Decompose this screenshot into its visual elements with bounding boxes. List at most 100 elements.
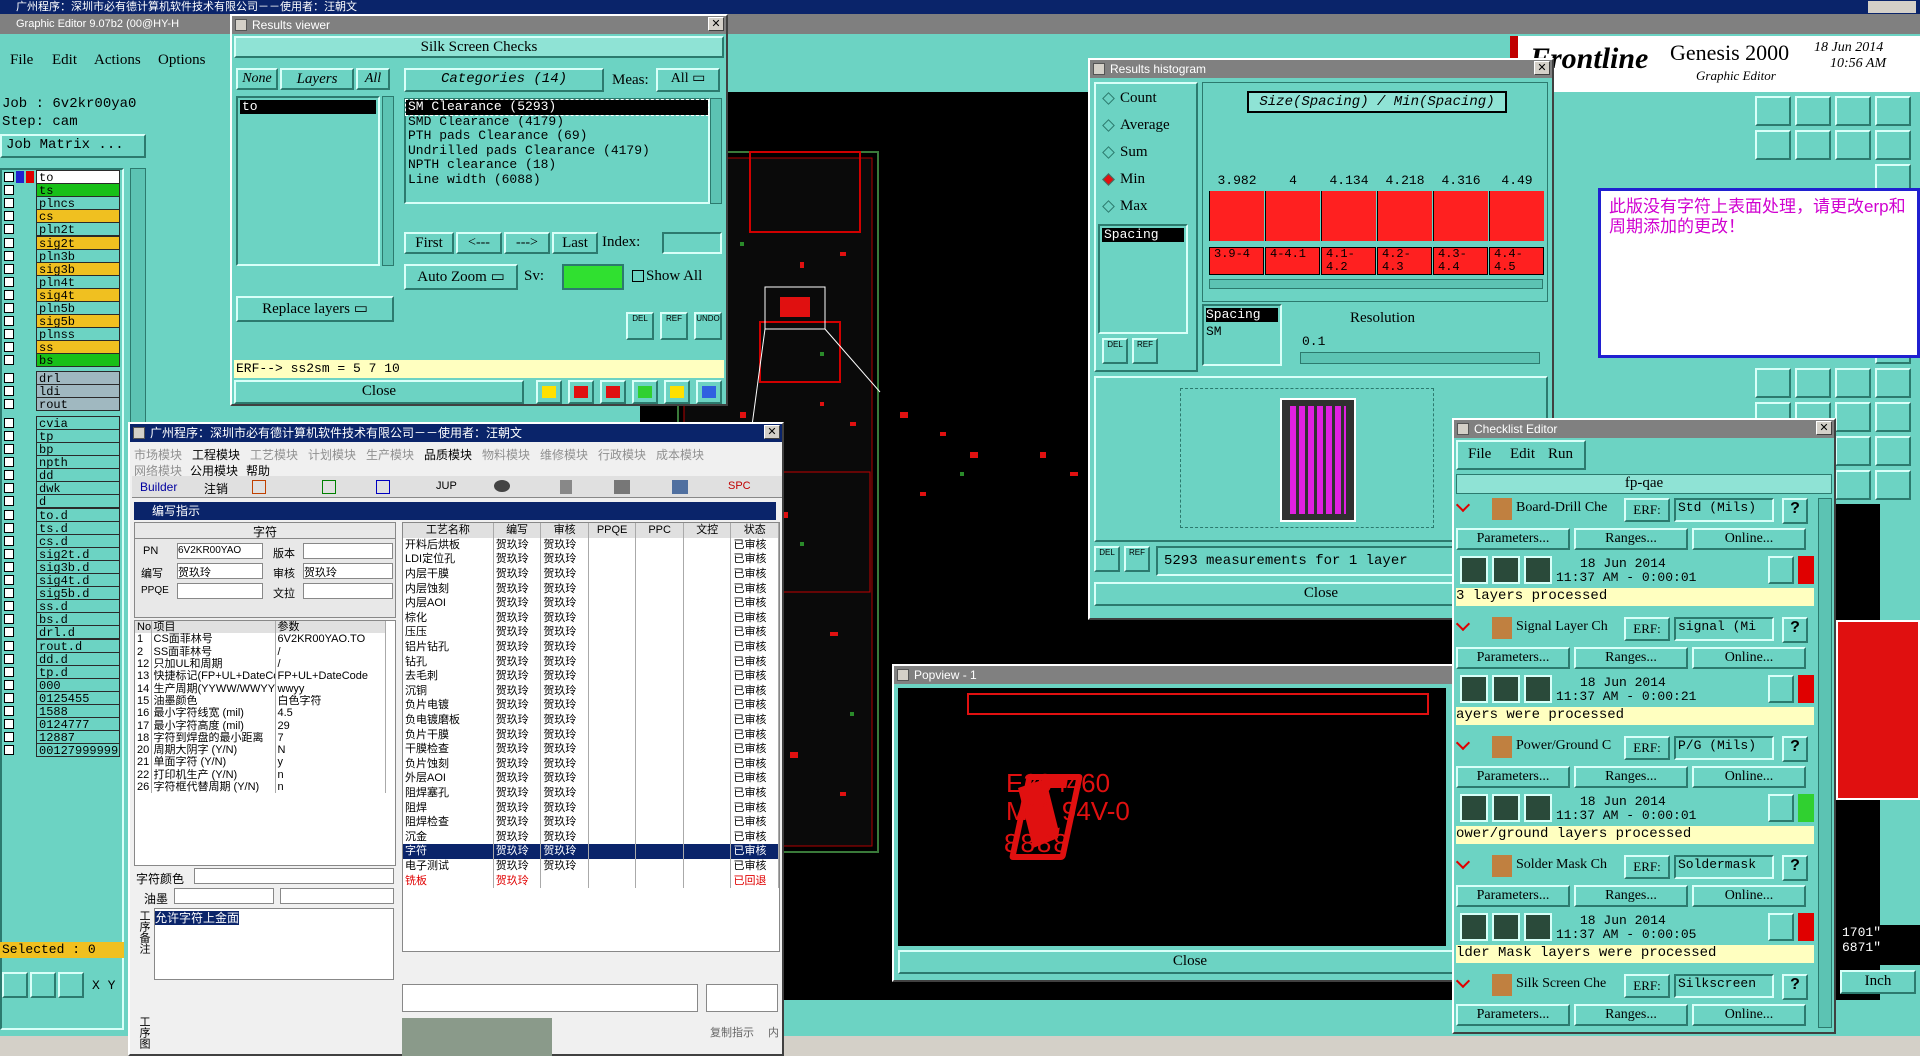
params-button[interactable]: Parameters... bbox=[1456, 647, 1570, 669]
grid-row[interactable]: 17 最小字符高度 (mil) 29 bbox=[135, 719, 386, 732]
layer-row[interactable]: cs.d bbox=[2, 533, 120, 549]
check-icon[interactable] bbox=[1456, 854, 1471, 870]
layer-row[interactable]: ss.d bbox=[2, 599, 120, 614]
logout-button[interactable]: 注销 bbox=[204, 480, 228, 497]
ranges-button[interactable]: Ranges... bbox=[1574, 647, 1688, 669]
params-button[interactable]: Parameters... bbox=[1456, 885, 1570, 907]
run-icon[interactable] bbox=[1524, 794, 1552, 822]
layer-checkbox[interactable] bbox=[4, 483, 14, 494]
run-icon[interactable] bbox=[1460, 556, 1488, 584]
tool-icon[interactable] bbox=[1835, 130, 1871, 160]
excel-icon[interactable] bbox=[322, 480, 336, 494]
table-row[interactable]: 外层AOI 贺玖玲 贺玖玲 已审核 bbox=[403, 771, 779, 786]
layer-row[interactable]: 000 bbox=[2, 677, 120, 693]
ref-button[interactable]: REF bbox=[660, 312, 688, 340]
process-table[interactable]: 工艺名称 编写 审核 PPQE PPC 文控 状态 开料后烘板 贺玖玲 贺玖玲 已审核 LDI定位孔贺… bbox=[402, 522, 780, 952]
table-row[interactable]: 压压 贺玖玲 贺玖玲 已审核 bbox=[403, 625, 779, 640]
table-row[interactable]: 沉铜 贺玖玲 贺玖玲 已审核 bbox=[403, 683, 779, 699]
eye-icon[interactable] bbox=[494, 480, 510, 492]
grid-row[interactable]: 22 打印机生产 (Y/N) n bbox=[135, 768, 386, 781]
popview-canvas[interactable]: E204460 M11 94V-0 8888 bbox=[898, 688, 1446, 946]
tool-d-icon[interactable] bbox=[632, 380, 658, 404]
layer-row[interactable]: to bbox=[2, 170, 120, 185]
version-field[interactable] bbox=[303, 543, 393, 559]
layer-row[interactable]: rout.d bbox=[2, 638, 120, 654]
all-button[interactable]: All bbox=[356, 68, 390, 90]
params-button[interactable]: Parameters... bbox=[1456, 766, 1570, 788]
check-icon[interactable] bbox=[1456, 616, 1471, 632]
hist-bar[interactable] bbox=[1209, 191, 1264, 241]
tool-a-icon[interactable] bbox=[536, 380, 562, 404]
hist-scrollbar[interactable] bbox=[1209, 279, 1543, 289]
layer-row[interactable]: ldi bbox=[2, 383, 120, 399]
zoom-icon[interactable] bbox=[1768, 794, 1794, 822]
layer-checkbox[interactable] bbox=[4, 385, 14, 396]
layer-checkbox[interactable] bbox=[4, 561, 14, 572]
help-icon[interactable]: ? bbox=[1782, 855, 1808, 881]
histogram-list-item[interactable]: Spacing bbox=[1102, 228, 1184, 242]
layer-name[interactable]: dd bbox=[36, 468, 120, 483]
hist-option-min[interactable]: Min bbox=[1102, 169, 1192, 191]
layer-row[interactable]: to.d bbox=[2, 507, 120, 523]
layer-name[interactable]: plnss bbox=[36, 327, 120, 342]
run-icon[interactable] bbox=[1524, 556, 1552, 584]
layer-name[interactable]: sig3b bbox=[36, 261, 120, 277]
tool-icon[interactable] bbox=[1835, 470, 1871, 500]
tool-icon[interactable] bbox=[1875, 470, 1911, 500]
table-row[interactable]: 钻孔 贺玖玲 贺玖玲 已审核 bbox=[403, 654, 779, 669]
category-scrollbar[interactable] bbox=[710, 98, 722, 204]
layer-name[interactable]: sig4t bbox=[36, 287, 120, 303]
layer-name[interactable]: dwk bbox=[36, 481, 120, 496]
ranges-button[interactable]: Ranges... bbox=[1574, 766, 1688, 788]
cl-menu-edit[interactable]: Edit bbox=[1510, 446, 1535, 463]
hist-option-max[interactable]: Max bbox=[1102, 196, 1192, 218]
module-tab[interactable]: 工程模块 bbox=[192, 446, 240, 463]
layer-checkbox[interactable] bbox=[4, 237, 14, 248]
table-row[interactable]: 内层干膜 贺玖玲 贺玖玲 已审核 bbox=[403, 566, 779, 582]
checklist-scrollbar[interactable] bbox=[1818, 498, 1832, 1028]
layer-name[interactable]: sig2t.d bbox=[36, 546, 120, 562]
zoom-icon[interactable] bbox=[1768, 556, 1794, 584]
checklist-item-name[interactable]: Signal Layer Ch bbox=[1516, 619, 1608, 635]
online-button[interactable]: Online... bbox=[1692, 647, 1806, 669]
run-icon[interactable] bbox=[1492, 675, 1520, 703]
layer-row[interactable]: bs.d bbox=[2, 612, 120, 627]
layer-checkbox[interactable] bbox=[4, 640, 14, 651]
erf-button[interactable]: ERF: bbox=[1624, 736, 1670, 760]
resolution-slider[interactable] bbox=[1300, 352, 1540, 364]
tool-icon[interactable] bbox=[1875, 130, 1911, 160]
layer-checkbox[interactable] bbox=[4, 276, 14, 287]
run-icon[interactable] bbox=[1492, 556, 1520, 584]
layer-row[interactable]: plncs bbox=[2, 196, 120, 211]
layer-list-item[interactable]: to bbox=[240, 100, 376, 114]
online-button[interactable]: Online... bbox=[1692, 885, 1806, 907]
layer-name[interactable]: plncs bbox=[36, 196, 120, 211]
layer-row[interactable]: sig3b.d bbox=[2, 559, 120, 575]
ppqe-field[interactable] bbox=[177, 583, 263, 599]
layer-checkbox[interactable] bbox=[4, 732, 14, 743]
module-tab[interactable]: 计划模块 bbox=[308, 446, 356, 463]
module-tab[interactable]: 生产模块 bbox=[366, 446, 414, 463]
monitor-icon[interactable] bbox=[672, 480, 688, 494]
layer-checkbox[interactable] bbox=[4, 470, 14, 481]
layer-name[interactable]: bs bbox=[36, 353, 120, 368]
layer-name[interactable]: sig4t.d bbox=[36, 573, 120, 588]
table-row[interactable]: 铝片钻孔 贺玖玲 贺玖玲 已审核 bbox=[403, 639, 779, 655]
hist-bar[interactable] bbox=[1489, 191, 1544, 241]
help-icon[interactable]: ? bbox=[1782, 736, 1808, 762]
help-icon[interactable]: ? bbox=[1782, 974, 1808, 1000]
run-icon[interactable] bbox=[1460, 675, 1488, 703]
ranges-button[interactable]: Ranges... bbox=[1574, 528, 1688, 550]
tool-b-icon[interactable] bbox=[568, 380, 594, 404]
layer-name[interactable]: cs.d bbox=[36, 533, 120, 549]
layer-name[interactable]: sig3b.d bbox=[36, 559, 120, 575]
grid-row[interactable]: 15 油墨颜色 白色字符 bbox=[135, 694, 386, 708]
meas-dropdown[interactable]: All ▭ bbox=[656, 68, 720, 92]
table-row[interactable]: 负片蚀刻 贺玖玲 贺玖玲 已审核 bbox=[403, 756, 779, 772]
table-row[interactable]: 去毛刺 贺玖玲 贺玖玲 已审核 bbox=[403, 668, 779, 684]
layer-checkbox[interactable] bbox=[4, 535, 14, 546]
layer-row[interactable]: pln2t bbox=[2, 222, 120, 237]
hist-option-sum[interactable]: Sum bbox=[1102, 142, 1192, 164]
layer-checkbox[interactable] bbox=[4, 430, 14, 441]
spacing-list[interactable]: Spacing SM bbox=[1202, 304, 1282, 366]
